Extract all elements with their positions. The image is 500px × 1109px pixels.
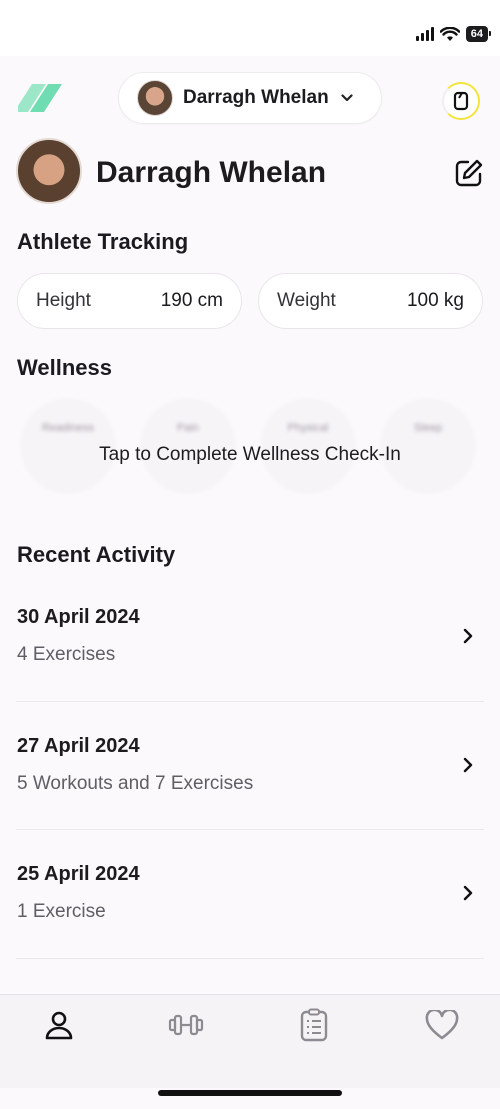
edit-icon[interactable] bbox=[454, 158, 484, 188]
weight-value: 100 kg bbox=[406, 290, 464, 311]
athlete-name: Darragh Whelan bbox=[96, 156, 327, 189]
height-label: Height bbox=[36, 290, 91, 311]
home-indicator bbox=[158, 1090, 342, 1096]
wellness-category-label: Readiness bbox=[42, 422, 94, 434]
sync-button[interactable] bbox=[442, 82, 480, 120]
activity-date: 27 April 2024 bbox=[17, 735, 140, 757]
wellness-check-in[interactable]: Readiness Pain Physical Sleep Tap to Com… bbox=[16, 398, 484, 508]
avatar bbox=[137, 80, 173, 116]
profile-switcher[interactable]: Darragh Whelan bbox=[118, 72, 382, 124]
profile-name: Darragh Whelan bbox=[183, 87, 329, 108]
status-bar: 64 bbox=[0, 0, 500, 56]
signal-icon bbox=[415, 27, 434, 41]
profile-icon bbox=[45, 1011, 73, 1040]
tab-wellness[interactable] bbox=[424, 1007, 460, 1043]
activity-item[interactable]: 27 April 2024 5 Workouts and 7 Exercises bbox=[0, 735, 500, 863]
status-icons: 64 bbox=[415, 26, 492, 42]
wifi-icon bbox=[439, 26, 460, 41]
activity-item[interactable]: 30 April 2024 4 Exercises bbox=[0, 606, 500, 734]
wellness-category-label: Pain bbox=[176, 422, 200, 434]
activity-item[interactable]: 25 April 2024 1 Exercise bbox=[0, 863, 500, 991]
dumbbell-icon bbox=[168, 1014, 204, 1036]
activity-summary: 4 Exercises bbox=[17, 644, 116, 665]
wellness-category-label: Sleep bbox=[413, 422, 443, 434]
recent-activity-title: Recent Activity bbox=[17, 542, 176, 567]
chevron-right-icon bbox=[463, 628, 473, 644]
bottom-tab-bar bbox=[0, 994, 500, 1088]
activity-date: 25 April 2024 bbox=[17, 863, 140, 885]
chevron-right-icon bbox=[463, 885, 473, 901]
divider bbox=[16, 958, 484, 959]
device-icon bbox=[453, 91, 469, 111]
battery-icon: 64 bbox=[465, 26, 492, 42]
chevron-down-icon bbox=[341, 94, 353, 102]
activity-summary: 5 Workouts and 7 Exercises bbox=[17, 773, 254, 794]
activity-date: 30 April 2024 bbox=[17, 606, 140, 628]
app-header: Darragh Whelan bbox=[0, 56, 500, 136]
clipboard-icon bbox=[300, 1008, 328, 1042]
weight-pill[interactable]: Weight 100 kg bbox=[258, 273, 483, 329]
activity-summary: 1 Exercise bbox=[17, 901, 106, 922]
height-value: 190 cm bbox=[160, 290, 223, 311]
height-pill[interactable]: Height 190 cm bbox=[17, 273, 242, 329]
wellness-cta[interactable]: Tap to Complete Wellness Check-In bbox=[16, 444, 484, 466]
wellness-title: Wellness bbox=[17, 355, 112, 380]
weight-label: Weight bbox=[277, 290, 336, 311]
divider bbox=[16, 701, 484, 702]
tab-profile[interactable] bbox=[41, 1007, 77, 1043]
wellness-category-label: Physical bbox=[287, 422, 329, 434]
tab-workouts[interactable] bbox=[168, 1007, 204, 1043]
athlete-header: Darragh Whelan bbox=[16, 138, 484, 208]
app-logo[interactable] bbox=[18, 82, 68, 114]
heart-icon bbox=[425, 1010, 459, 1040]
tab-programs[interactable] bbox=[296, 1007, 332, 1043]
athlete-avatar bbox=[16, 138, 82, 204]
athlete-tracking-title: Athlete Tracking bbox=[17, 229, 189, 254]
divider bbox=[16, 829, 484, 830]
chevron-right-icon bbox=[463, 757, 473, 773]
